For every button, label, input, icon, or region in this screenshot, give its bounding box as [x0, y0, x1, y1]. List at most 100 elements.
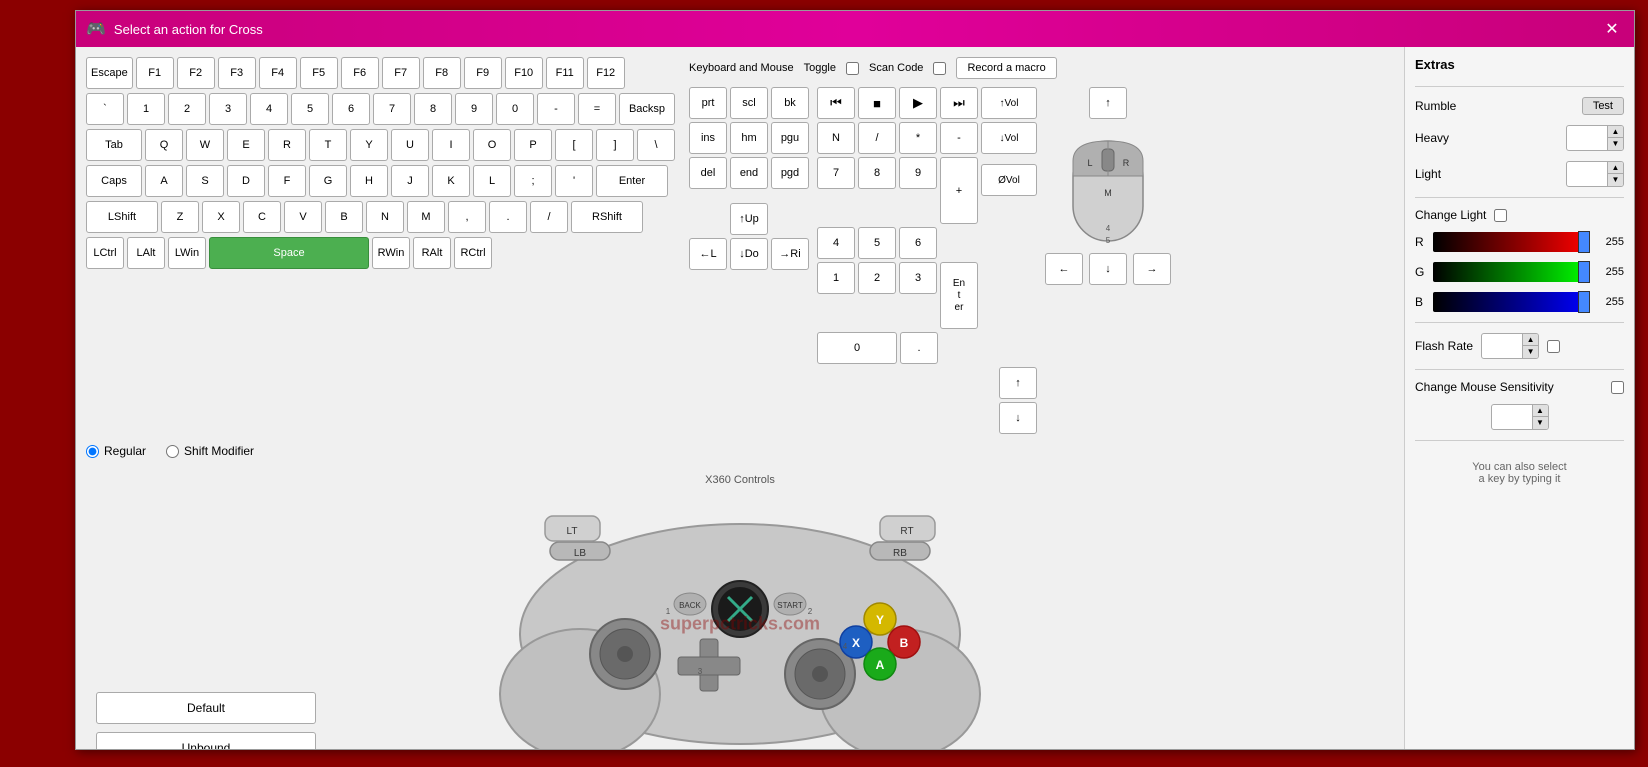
key-b[interactable]: B — [325, 201, 363, 233]
key-play[interactable]: ▶ — [899, 87, 937, 119]
g-slider[interactable] — [1433, 262, 1590, 282]
mouse-arrow-left[interactable]: ← — [1045, 253, 1083, 285]
key-vol-down[interactable]: ↓Vol — [981, 122, 1037, 154]
key-d[interactable]: D — [227, 165, 265, 197]
key-lbracket[interactable]: [ — [555, 129, 593, 161]
key-m[interactable]: M — [407, 201, 445, 233]
test-button[interactable]: Test — [1582, 97, 1624, 115]
key-stop[interactable]: ■ — [858, 87, 896, 119]
key-slash[interactable]: / — [530, 201, 568, 233]
key-next[interactable]: ⏭ — [940, 87, 978, 119]
key-left-arrow[interactable]: ←L — [689, 238, 727, 270]
key-t[interactable]: T — [309, 129, 347, 161]
key-escape[interactable]: Escape — [86, 57, 133, 89]
key-f8[interactable]: F8 — [423, 57, 461, 89]
numpad-enter[interactable]: Enter — [940, 262, 978, 329]
key-quote[interactable]: ' — [555, 165, 593, 197]
key-prev[interactable]: ⏮ — [817, 87, 855, 119]
key-f10[interactable]: F10 — [505, 57, 543, 89]
key-a[interactable]: A — [145, 165, 183, 197]
key-tab[interactable]: Tab — [86, 129, 142, 161]
numpad-7[interactable]: 7 — [817, 157, 855, 189]
key-lwin[interactable]: LWin — [168, 237, 206, 269]
change-mouse-checkbox[interactable] — [1611, 381, 1624, 394]
key-f6[interactable]: F6 — [341, 57, 379, 89]
mouse-arrow-up1[interactable]: ↑ — [1089, 87, 1127, 119]
key-3[interactable]: 3 — [209, 93, 247, 125]
key-ins[interactable]: ins — [689, 122, 727, 154]
key-o[interactable]: O — [473, 129, 511, 161]
numpad-1[interactable]: 1 — [817, 262, 855, 294]
flash-rate-input[interactable]: 0 — [1482, 338, 1522, 354]
key-semicolon[interactable]: ; — [514, 165, 552, 197]
key-equals[interactable]: = — [578, 93, 616, 125]
key-f5[interactable]: F5 — [300, 57, 338, 89]
key-z[interactable]: Z — [161, 201, 199, 233]
key-e[interactable]: E — [227, 129, 265, 161]
key-comma[interactable]: , — [448, 201, 486, 233]
default-button[interactable]: Default — [96, 692, 316, 724]
numpad-div[interactable]: / — [858, 122, 896, 154]
record-macro-button[interactable]: Record a macro — [956, 57, 1056, 79]
heavy-increment[interactable]: ▲ — [1607, 126, 1623, 138]
key-ralt[interactable]: RAlt — [413, 237, 451, 269]
key-6[interactable]: 6 — [332, 93, 370, 125]
numpad-n[interactable]: N — [817, 122, 855, 154]
radio-shift-input[interactable] — [166, 445, 179, 458]
key-f3[interactable]: F3 — [218, 57, 256, 89]
key-f11[interactable]: F11 — [546, 57, 584, 89]
numpad-minus[interactable]: - — [940, 122, 978, 154]
key-space[interactable]: Space — [209, 237, 369, 269]
key-up-arrow[interactable]: ↑Up — [730, 203, 768, 235]
key-down-arrow[interactable]: ↓Do — [730, 238, 768, 270]
light-value-input[interactable]: 0 — [1567, 166, 1607, 182]
key-del[interactable]: del — [689, 157, 727, 189]
key-vol-mute[interactable]: ØVol — [981, 164, 1037, 196]
flash-rate-increment[interactable]: ▲ — [1522, 334, 1538, 346]
key-h[interactable]: H — [350, 165, 388, 197]
key-caps[interactable]: Caps — [86, 165, 142, 197]
radio-regular-input[interactable] — [86, 445, 99, 458]
numpad-dot[interactable]: . — [900, 332, 938, 364]
key-l[interactable]: L — [473, 165, 511, 197]
numpad-5[interactable]: 5 — [858, 227, 896, 259]
key-backtick[interactable]: ` — [86, 93, 124, 125]
key-f1[interactable]: F1 — [136, 57, 174, 89]
key-1[interactable]: 1 — [127, 93, 165, 125]
scan-code-checkbox[interactable] — [933, 62, 946, 75]
key-rbracket[interactable]: ] — [596, 129, 634, 161]
key-f7[interactable]: F7 — [382, 57, 420, 89]
key-0[interactable]: 0 — [496, 93, 534, 125]
key-j[interactable]: J — [391, 165, 429, 197]
key-x[interactable]: X — [202, 201, 240, 233]
key-i[interactable]: I — [432, 129, 470, 161]
radio-shift[interactable]: Shift Modifier — [166, 444, 254, 458]
numpad-9[interactable]: 9 — [899, 157, 937, 189]
key-pgd[interactable]: pgd — [771, 157, 809, 189]
key-backspace[interactable]: Backsp — [619, 93, 675, 125]
key-period[interactable]: . — [489, 201, 527, 233]
heavy-decrement[interactable]: ▼ — [1607, 138, 1623, 150]
key-2[interactable]: 2 — [168, 93, 206, 125]
key-y[interactable]: Y — [350, 129, 388, 161]
key-8[interactable]: 8 — [414, 93, 452, 125]
numpad-2[interactable]: 2 — [858, 262, 896, 294]
key-5[interactable]: 5 — [291, 93, 329, 125]
key-w[interactable]: W — [186, 129, 224, 161]
key-7[interactable]: 7 — [373, 93, 411, 125]
key-f4[interactable]: F4 — [259, 57, 297, 89]
key-hm[interactable]: hm — [730, 122, 768, 154]
key-prt[interactable]: prt — [689, 87, 727, 119]
numpad-4[interactable]: 4 — [817, 227, 855, 259]
key-c[interactable]: C — [243, 201, 281, 233]
key-lctrl[interactable]: LCtrl — [86, 237, 124, 269]
key-rwin[interactable]: RWin — [372, 237, 410, 269]
unbound-button[interactable]: Unbound — [96, 732, 316, 749]
key-p[interactable]: P — [514, 129, 552, 161]
key-n[interactable]: N — [366, 201, 404, 233]
key-vol-up[interactable]: ↑Vol — [981, 87, 1037, 119]
key-s[interactable]: S — [186, 165, 224, 197]
change-light-checkbox[interactable] — [1494, 209, 1507, 222]
radio-regular[interactable]: Regular — [86, 444, 146, 458]
key-f12[interactable]: F12 — [587, 57, 625, 89]
